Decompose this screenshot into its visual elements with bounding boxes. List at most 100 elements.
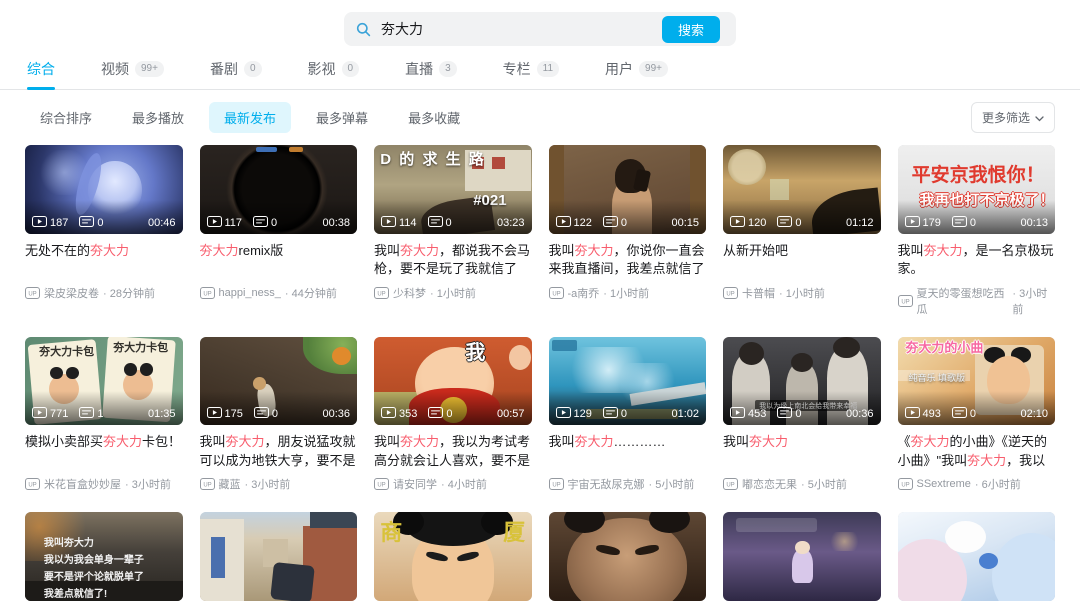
search-button[interactable]: 搜索 [662, 15, 720, 43]
video-results-grid: 187 0 00:46 无处不在的夯大力 UP 梁皮梁皮卷 28分钟前 [25, 145, 1055, 601]
uploader-row[interactable]: UP 请安同学 4小时前 [374, 476, 532, 492]
danmaku-count: 0 [79, 215, 103, 230]
video-thumbnail[interactable]: 我 353 0 00:57 [374, 336, 532, 426]
danmaku-count: 0 [253, 407, 278, 421]
result-tab[interactable]: 综合 [25, 52, 57, 89]
video-thumbnail[interactable]: 我叫夯大力 我以为我会单身一辈子 要不是评个论就脱单了 我差点就信了! [25, 512, 183, 601]
video-thumbnail[interactable] [548, 512, 706, 601]
video-card[interactable] [199, 512, 357, 601]
tab-label: 视频 [101, 61, 129, 77]
upload-time: 5小时前 [649, 476, 694, 492]
search-icon [356, 22, 371, 37]
video-thumbnail[interactable]: 夯大力的小曲 纯音乐 填歌版 493 0 02:10 [897, 336, 1055, 426]
video-thumbnail[interactable]: 187 0 00:46 [25, 145, 183, 234]
video-title[interactable]: 我叫夯大力，朋友说猛攻就可以成为地铁大亨，要不是把把撤离失败，我差… [200, 433, 358, 471]
video-title[interactable]: 夯大力remix版 [200, 242, 358, 280]
uploader-row[interactable]: UP 藏蓝 3小时前 [199, 476, 358, 492]
video-thumbnail[interactable] [199, 512, 357, 601]
danmaku-count-value: 0 [620, 408, 627, 421]
sort-filter-option[interactable]: 最新发布 [209, 102, 292, 133]
video-title[interactable]: 我叫夯大力，你说你一直会来我直播间，我差点就信了 [549, 242, 707, 280]
video-card[interactable]: 175 0 00:36 我叫夯大力，朋友说猛攻就可以成为地铁大亨，要不是把把撤离… [199, 336, 358, 493]
video-thumbnail[interactable]: 117 0 00:38 [199, 145, 357, 234]
svg-text:UP: UP [377, 483, 385, 489]
video-card[interactable]: 117 0 00:38 夯大力remix版 UP happi_ness_ 44分… [199, 145, 358, 317]
video-title[interactable]: 我叫夯大力，是一名京极玩家。 [898, 242, 1056, 280]
video-title[interactable]: 我叫夯大力，都说我不会马枪，要不是玩了我就信了 #21 [374, 242, 532, 280]
thumbnail-art: 我叫夯大力 我以为我会单身一辈子 要不是评个论就脱单了 我差点就信了! [25, 512, 183, 601]
video-thumbnail[interactable]: 平安京我恨你！我再也打不京极了！ 179 0 00:13 [897, 145, 1055, 234]
video-card[interactable]: 我以为缘上南北会给我带来幸福 453 0 00:36 我叫夯大力 UP 嘟恋恋无… [723, 336, 881, 493]
sort-filter-option[interactable]: 最多弹幕 [301, 102, 383, 133]
uploader-row[interactable]: UP 米花盲盒妙妙屋 3小时前 [25, 476, 183, 492]
video-thumbnail[interactable]: 120 0 01:12 [723, 145, 881, 234]
video-card[interactable]: 187 0 00:46 无处不在的夯大力 UP 梁皮梁皮卷 28分钟前 [25, 145, 183, 317]
more-filters-button[interactable]: 更多筛选 [970, 102, 1055, 133]
uploader-icon: UP [25, 478, 40, 491]
uploader-name: 米花盲盒妙妙屋 [44, 479, 121, 492]
result-tab[interactable]: 直播 3 [403, 52, 459, 89]
video-card[interactable] [723, 512, 881, 601]
sort-filter-option[interactable]: 最多收藏 [393, 102, 475, 133]
video-card[interactable]: 129 0 01:02 我叫夯大力………… UP 宇宙无敌尿克娜 5小时前 [548, 336, 707, 493]
video-title[interactable]: 无处不在的夯大力 [25, 242, 183, 280]
play-count: 117 [206, 215, 242, 230]
sort-filter-option[interactable]: 综合排序 [25, 102, 107, 133]
svg-text:UP: UP [203, 291, 211, 297]
play-count-icon [555, 215, 571, 230]
danmaku-count-icon [777, 407, 793, 421]
video-card[interactable] [897, 512, 1055, 601]
uploader-icon: UP [374, 286, 389, 299]
video-stats-overlay: 122 0 00:15 [548, 199, 706, 234]
video-title[interactable]: 我叫夯大力 [723, 433, 881, 471]
video-title[interactable]: 模拟小卖部买夯大力卡包！ [25, 433, 183, 471]
uploader-row[interactable]: UP happi_ness_ 44分钟前 [199, 285, 358, 301]
uploader-row[interactable]: UP 梁皮梁皮卷 28分钟前 [25, 285, 183, 301]
video-thumbnail[interactable]: 夯大力卡包 夯大力卡包 771 1 01:35 [25, 336, 183, 426]
video-card[interactable]: 商厦 [374, 512, 532, 601]
uploader-row[interactable]: UP 宇宙无敌尿克娜 5小时前 [548, 476, 707, 492]
danmaku-count-icon [951, 407, 967, 421]
result-tab[interactable]: 番剧 0 [208, 52, 264, 89]
video-thumbnail[interactable]: 129 0 01:02 [548, 336, 706, 426]
uploader-row[interactable]: UP -a南乔 1小时前 [548, 285, 707, 301]
uploader-row[interactable]: UP 夏天的零蛋想吃西瓜 3小时前 [897, 285, 1056, 317]
sort-filter-row: 综合排序 最多播放 最新发布 最多弹幕 最多收藏 更多筛选 [0, 90, 1080, 133]
danmaku-count-icon [253, 215, 269, 230]
video-title[interactable]: 从新开始吧 [723, 242, 881, 280]
uploader-name: -a南乔 [567, 287, 600, 300]
uploader-row[interactable]: UP 嘟恋恋无果 5小时前 [723, 476, 881, 492]
video-card[interactable]: 我 353 0 00:57 我叫夯大力，我以为考试考高分就会让人喜欢，要不是考完… [374, 336, 532, 493]
upload-time: 5小时前 [801, 476, 847, 492]
video-title[interactable]: 我叫夯大力，我以为考试考高分就会让人喜欢，要不是考完之后无人在意，… [374, 433, 532, 471]
video-card[interactable]: 夯大力卡包 夯大力卡包 771 1 01:35 模拟小卖部买夯大力卡包！ UP 米… [25, 336, 183, 493]
video-thumbnail[interactable]: 122 0 00:15 [548, 145, 706, 234]
video-thumbnail[interactable]: 我以为缘上南北会给我带来幸福 453 0 00:36 [723, 336, 881, 426]
video-card[interactable]: 120 0 01:12 从新开始吧 UP 卡普帽 1小时前 [723, 145, 881, 317]
video-thumbnail[interactable]: D 的 求 生 路#021 114 0 03:23 [374, 145, 532, 234]
sort-filter-option[interactable]: 最多播放 [117, 102, 199, 133]
search-input[interactable] [379, 20, 662, 38]
search-box[interactable]: 搜索 [344, 12, 736, 46]
video-card[interactable]: 我叫夯大力 我以为我会单身一辈子 要不是评个论就脱单了 我差点就信了! [25, 512, 183, 601]
danmaku-count: 0 [602, 215, 627, 230]
result-tab[interactable]: 视频 99+ [99, 52, 166, 89]
uploader-row[interactable]: UP SSextreme 6小时前 [897, 476, 1056, 492]
video-card[interactable]: 平安京我恨你！我再也打不京极了！ 179 0 00:13 我叫夯大力，是一名京极… [897, 145, 1056, 317]
uploader-row[interactable]: UP 卡普帽 1小时前 [723, 285, 881, 301]
result-tab[interactable]: 影视 0 [306, 52, 362, 89]
video-card[interactable]: 122 0 00:15 我叫夯大力，你说你一直会来我直播间，我差点就信了 UP … [548, 145, 707, 317]
video-card[interactable] [548, 512, 706, 601]
upload-time: 3小时前 [125, 476, 171, 492]
video-thumbnail[interactable]: 175 0 00:36 [199, 336, 357, 426]
video-thumbnail[interactable] [723, 512, 881, 601]
video-title[interactable]: 我叫夯大力………… [549, 433, 707, 471]
result-tab[interactable]: 专栏 11 [501, 52, 561, 89]
result-tab[interactable]: 用户 99+ [603, 52, 670, 89]
video-card[interactable]: D 的 求 生 路#021 114 0 03:23 我叫夯大力，都说我不会马枪，… [374, 145, 532, 317]
video-thumbnail[interactable]: 商厦 [374, 512, 532, 601]
video-card[interactable]: 夯大力的小曲 纯音乐 填歌版 493 0 02:10 《夯大力的小曲》《逆天的小曲… [897, 336, 1056, 493]
uploader-row[interactable]: UP 少科梦 1小时前 [374, 285, 532, 301]
video-title[interactable]: 《夯大力的小曲》《逆天的小曲》"我叫夯大力，我以为玩抽象就会有人喜欢… [898, 433, 1056, 471]
video-thumbnail[interactable] [897, 512, 1055, 601]
